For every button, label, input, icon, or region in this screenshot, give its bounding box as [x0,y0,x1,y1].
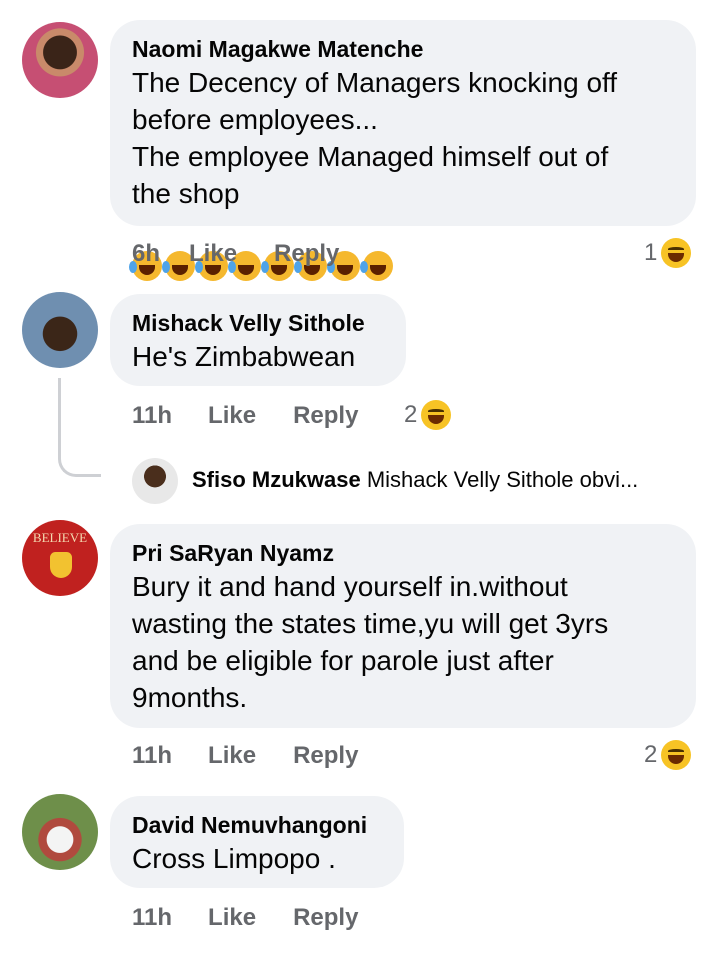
comment-author[interactable]: Mishack Velly Sithole [132,308,384,338]
comment-actions: 6h Like Reply [132,240,339,268]
haha-reaction-icon [421,400,452,430]
reaction-summary[interactable]: 1 [644,238,692,268]
comment-bubble-naomi: Naomi Magakwe Matenche The Decency of Ma… [110,20,696,281]
avatar-sfiso[interactable] [132,458,178,504]
comment-actions: 11h Like Reply [132,402,358,430]
comment-author[interactable]: Pri SaRyan Nyamz [132,538,674,568]
reply-button[interactable]: Reply [293,402,358,430]
comment-bubble-mishack: Mishack Velly Sithole He's Zimbabwean [110,294,406,386]
reaction-summary[interactable]: 2 [404,400,452,430]
reaction-count: 1 [644,239,658,266]
comment-text: Bury it and hand yourself in.without was… [132,571,609,713]
haha-reaction-icon [661,740,692,770]
like-button[interactable]: Like [208,402,256,430]
laughing-tears-icon [360,251,393,281]
comment-time[interactable]: 6h [132,240,160,268]
thread-connector [58,378,101,477]
avatar-badge-text: BELIEVE [32,530,88,545]
reply-button[interactable]: Reply [293,904,358,932]
comment-author[interactable]: Naomi Magakwe Matenche [132,34,674,64]
reaction-count: 2 [644,741,658,768]
avatar-mishack[interactable] [22,292,98,368]
comment-text: He's Zimbabwean [132,341,356,372]
comment-time[interactable]: 11h [132,742,172,770]
avatar-naomi[interactable] [22,22,98,98]
comment-actions: 11h Like Reply [132,904,358,932]
comment-text: The Decency of Managers knocking off bef… [129,64,674,323]
reaction-count: 2 [404,401,418,428]
comment-bubble-david: David Nemuvhangoni Cross Limpopo . [110,796,404,888]
crest-icon [50,552,72,578]
reply-button[interactable]: Reply [274,240,339,268]
like-button[interactable]: Like [189,240,237,268]
reply-button[interactable]: Reply [293,742,358,770]
reply-author[interactable]: Sfiso Mzukwase [192,467,361,492]
comment-bubble-pri: Pri SaRyan Nyamz Bury it and hand yourse… [110,524,696,728]
avatar-pri[interactable]: BELIEVE [22,520,98,596]
avatar-david[interactable] [22,794,98,870]
like-button[interactable]: Like [208,904,256,932]
comment-text: Cross Limpopo . [132,843,336,874]
comment-author[interactable]: David Nemuvhangoni [132,810,382,840]
reaction-summary[interactable]: 2 [644,740,692,770]
comment-time[interactable]: 11h [132,402,172,430]
comment-time[interactable]: 11h [132,904,172,932]
reply-preview[interactable]: Sfiso Mzukwase Mishack Velly Sithole obv… [192,466,638,494]
reply-snippet: Mishack Velly Sithole obvi... [366,467,639,492]
haha-reaction-icon [661,238,692,268]
like-button[interactable]: Like [208,742,256,770]
comment-actions: 11h Like Reply [132,742,358,770]
